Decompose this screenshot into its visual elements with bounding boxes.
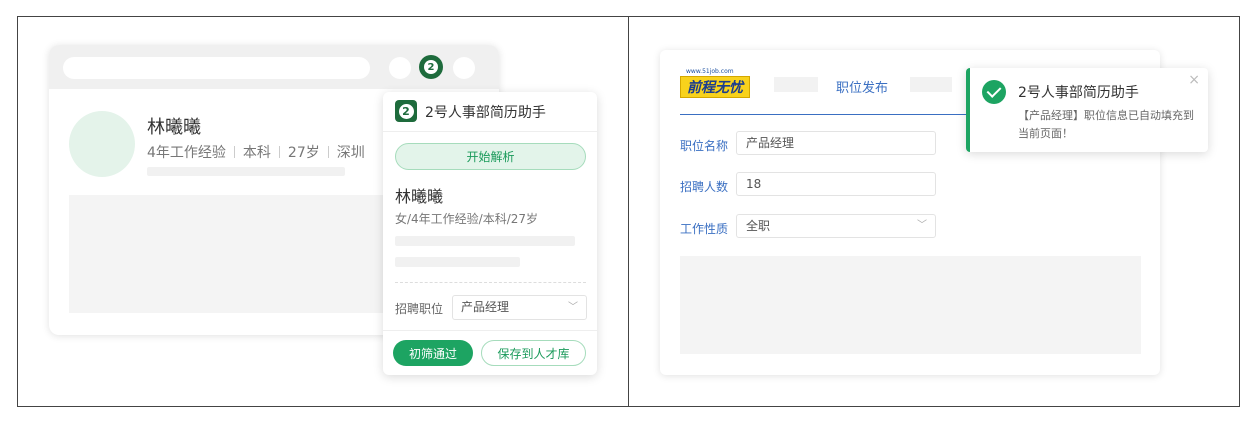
placeholder-line [147,167,345,176]
tab-underline [680,114,970,115]
headcount-input[interactable]: 18 [736,172,936,196]
start-parse-button[interactable]: 开始解析 [395,143,586,170]
headcount-label: 招聘人数 [680,180,729,194]
toolbar-button[interactable] [389,57,411,79]
meta-experience: 4年工作经验 [147,145,226,161]
position-select[interactable]: 产品经理 ﹀ [452,295,587,320]
candidate-name: 林曦曦 [147,117,201,138]
toast-message: 【产品经理】职位信息已自动填充到当前页面！ [1018,109,1194,140]
form-content-placeholder [680,256,1141,354]
job-site-logo: www.51job.com 前程无忧 [680,68,752,100]
address-bar[interactable] [63,57,370,79]
resume-assistant-popup: 2 2号人事部简历助手 开始解析 林曦曦 女/4年工作经验/本科/27岁 招聘职… [383,92,597,375]
job-title-label: 职位名称 [680,139,729,153]
job-type-select[interactable]: 全职 ﹀ [736,214,936,238]
screening-pass-button[interactable]: 初筛通过 [393,340,473,366]
candidate-avatar [69,111,135,177]
tab-placeholder[interactable] [910,77,952,92]
meta-age: 27岁 [287,145,320,161]
job-title-input[interactable]: 产品经理 [736,131,936,155]
toolbar-button[interactable] [453,57,475,79]
autofill-success-toast: 2号人事部简历助手 【产品经理】职位信息已自动填充到当前页面！ × [966,68,1208,152]
toast-title: 2号人事部简历助手 [1018,85,1139,101]
popup-title: 2号人事部简历助手 [425,105,546,121]
placeholder-line [395,236,575,246]
candidate-meta: 4年工作经验 本科 27岁 深圳 [147,142,365,162]
close-icon[interactable]: × [1188,72,1200,88]
parsed-candidate-meta: 女/4年工作经验/本科/27岁 [395,212,539,226]
resume-assistant-extension-icon[interactable]: 2 [419,55,443,79]
frame-divider [628,16,629,407]
meta-city: 深圳 [336,145,365,161]
check-circle-icon [982,80,1006,104]
browser-toolbar: 2 [49,45,499,89]
logo-brand: 前程无忧 [680,76,750,98]
chevron-down-icon: ﹀ [568,302,578,313]
parsed-candidate-name: 林曦曦 [395,187,444,206]
position-label: 招聘职位 [395,302,444,316]
divider [395,282,586,283]
logo-url: www.51job.com [686,68,734,75]
tab-placeholder[interactable] [774,77,818,92]
assistant-logo-icon: 2 [395,100,417,122]
job-type-label: 工作性质 [680,222,729,236]
divider [383,330,597,331]
chevron-down-icon: ﹀ [917,220,927,231]
tab-job-posting[interactable]: 职位发布 [836,77,888,96]
save-to-talent-pool-button[interactable]: 保存到人才库 [481,340,586,366]
popup-header: 2 2号人事部简历助手 [383,92,597,132]
meta-education: 本科 [242,145,271,161]
placeholder-line [395,257,520,267]
